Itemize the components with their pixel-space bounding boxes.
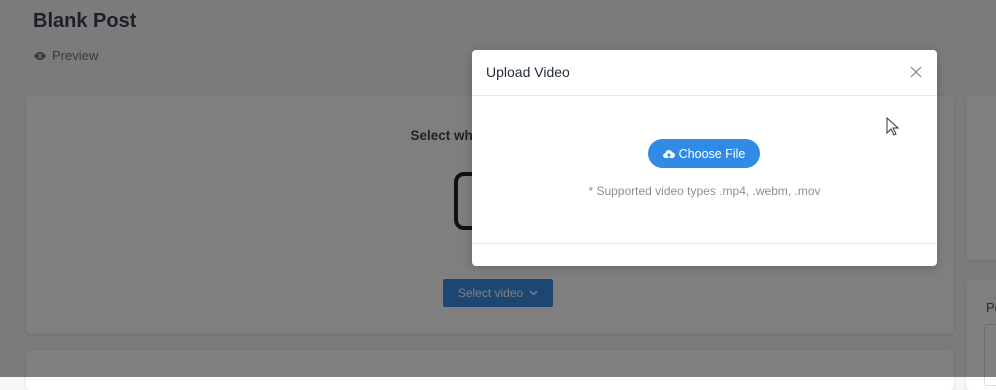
modal-header: Upload Video <box>472 50 937 96</box>
choose-file-button[interactable]: Choose File <box>648 139 760 168</box>
upload-video-modal: Upload Video Choose File * Supported vid… <box>472 50 937 266</box>
supported-types-note: * Supported video types .mp4, .webm, .mo… <box>588 184 821 198</box>
modal-footer-divider <box>472 243 937 244</box>
close-button[interactable] <box>909 65 923 79</box>
modal-title: Upload Video <box>486 64 570 80</box>
close-icon <box>910 66 922 78</box>
choose-file-label: Choose File <box>678 146 746 161</box>
mouse-cursor-icon <box>886 117 900 136</box>
cloud-upload-icon <box>662 149 675 158</box>
